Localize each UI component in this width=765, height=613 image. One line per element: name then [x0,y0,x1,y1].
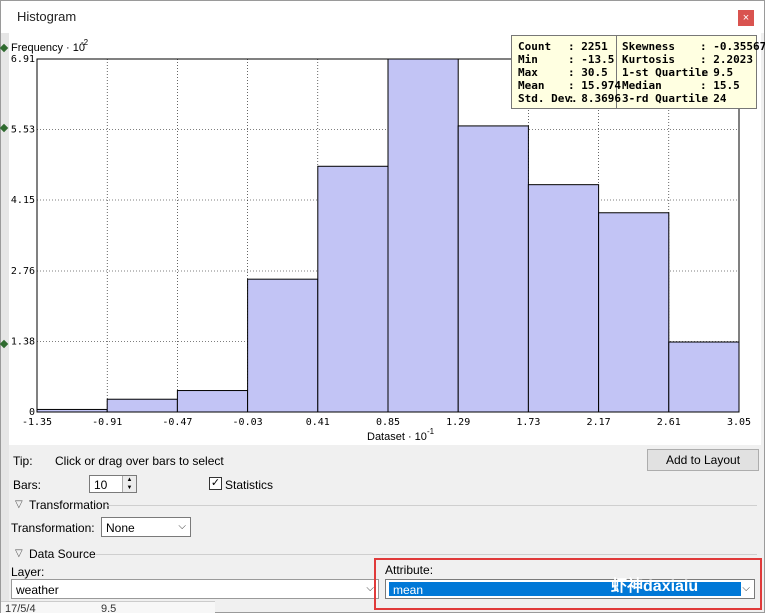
y-tick-label: 6.91 [11,54,35,65]
statistics-name: Max [518,66,538,79]
bars-value[interactable]: 10 [94,478,107,492]
x-axis-title: Dataset · 10 [367,431,427,443]
section-divider [95,554,757,555]
statistics-label: Statistics [225,478,274,492]
transformation-select[interactable]: None ⌵ [101,517,191,537]
x-tick-label: -1.35 [22,417,52,428]
statistics-name: Count [518,40,552,53]
histogram-bar[interactable] [176,390,249,413]
histogram-bar[interactable] [527,184,600,413]
y-tick-label: 1.38 [11,337,35,348]
close-button[interactable]: × [738,10,754,26]
tip-text: Click or drag over bars to select [55,454,224,468]
selection-handle-icon[interactable] [0,123,9,133]
histogram-bar[interactable] [387,58,459,413]
statistics-box: Count : 2251 Skewness : -0.35567 Min : -13.5 K… [511,35,765,109]
x-tick-label: 3.05 [727,417,751,428]
selection-handle-icon[interactable] [0,43,9,53]
statistics-value: : -0.35567 [700,40,765,53]
tip-label: Tip: [13,454,33,468]
layer-value: weather [16,583,59,597]
attribute-select[interactable]: mean ⌵ [385,579,755,599]
y-axis-title: Frequency · 10 [11,42,85,54]
x-tick-label: 1.29 [446,417,470,428]
statistics-checkbox[interactable]: ✓ [209,477,222,490]
x-tick-label: 2.61 [657,417,681,428]
bars-stepper[interactable]: 10 ▲ ▼ [89,475,137,493]
statistics-name: Kurtosis [622,53,675,66]
layer-label: Layer: [11,565,45,579]
section-divider [107,505,757,506]
stepper-up-icon[interactable]: ▲ [122,476,136,484]
stepper-down-icon[interactable]: ▼ [122,484,136,492]
attribute-value: mean [393,583,424,597]
statistics-value: : 8.3696 [568,92,621,105]
statistics-value: : 15.974 [568,79,621,92]
statistics-value: : 2251 [568,40,608,53]
x-axis-exponent: -1 [427,427,435,436]
transformation-section-title: Transformation [29,498,110,512]
statistics-row: Mean : 15.974 Median : 15.5 [512,79,756,92]
statistics-name: 3-rd Quartile [622,92,709,105]
watermark-text: 虾神daxialu [611,578,699,595]
y-tick-label: 5.53 [11,124,35,135]
chevron-down-icon: ⌵ [742,583,750,594]
x-tick-label: -0.91 [92,417,122,428]
statistics-name: Min [518,53,538,66]
layer-select[interactable]: weather ⌵ [11,579,379,599]
y-axis-exponent: -2 [81,38,89,47]
statistics-value: : 30.5 [568,66,608,79]
statistics-row: Std. Dev.: 8.3696 3-rd Quartile: 24 [512,92,756,105]
x-tick-label: 1.73 [516,417,540,428]
histogram-bar[interactable] [668,341,740,413]
statistics-value: : 15.5 [700,79,740,92]
collapse-arrow-icon[interactable]: ▽ [15,548,23,559]
selection-handle-icon[interactable] [0,339,9,349]
statistics-name: Median [622,79,662,92]
background-row-value: 9.5 [101,603,117,613]
statistics-row: Max : 30.5 1-st Quartile: 9.5 [512,66,756,79]
background-table-row: 17/5/4 9.5 [1,601,215,613]
histogram-bar[interactable] [247,278,319,413]
statistics-row: Count : 2251 Skewness : -0.35567 [512,40,765,53]
histogram-bar[interactable] [36,408,108,413]
x-tick-label: 2.17 [587,417,611,428]
x-tick-label: 0.41 [306,417,330,428]
data-source-section-title: Data Source [29,547,96,561]
window-title: Histogram [17,9,77,24]
y-tick-label: 4.15 [11,195,35,206]
transformation-label: Transformation: [11,521,95,535]
histogram-bar[interactable] [598,212,670,413]
histogram-window: Histogram × 0 1.38 2.76 4.15 5.53 6.91 -1.35 -0… [0,0,765,613]
histogram-bar[interactable] [457,125,529,413]
statistics-value: : -13.5 [568,53,615,66]
collapse-arrow-icon[interactable]: ▽ [15,499,23,510]
transformation-value: None [106,521,135,535]
statistics-row: Min : -13.5 Kurtosis : 2.2023 [512,53,756,66]
chevron-down-icon: ⌵ [178,521,186,532]
statistics-value: : 2.2023 [700,53,753,66]
statistics-name: 1-st Quartile [622,66,709,79]
chevron-down-icon: ⌵ [366,583,374,594]
selection-handles-strip [0,33,9,613]
y-tick-label: 2.76 [11,266,35,277]
background-row-date: 17/5/4 [5,603,36,613]
histogram-bar[interactable] [317,165,389,413]
x-tick-label: -0.03 [233,417,263,428]
statistics-name: Skewness [622,40,675,53]
statistics-name: Mean [518,79,545,92]
histogram-bar[interactable] [106,398,178,413]
add-to-layout-button[interactable]: Add to Layout [647,449,759,471]
bars-label: Bars: [13,478,42,492]
attribute-label: Attribute: [385,563,434,577]
x-tick-label: 0.85 [376,417,400,428]
x-tick-label: -0.47 [162,417,192,428]
statistics-value: : 24 [700,92,727,105]
statistics-value: : 9.5 [700,66,734,79]
title-bar[interactable]: Histogram × [1,1,764,33]
